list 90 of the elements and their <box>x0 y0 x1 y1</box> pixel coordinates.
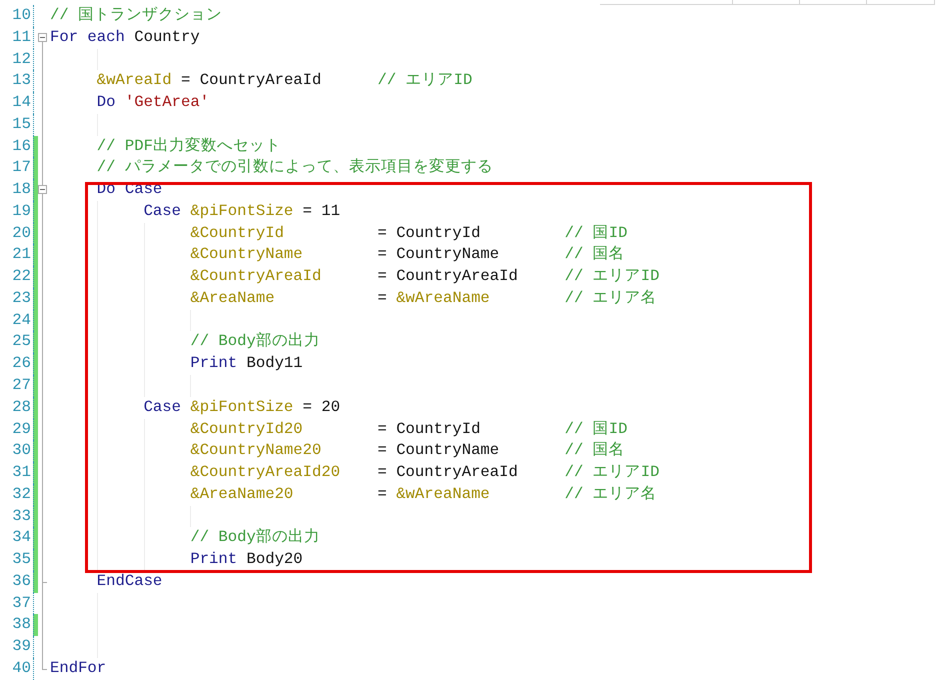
code-text: Country <box>134 28 200 46</box>
line-number: 32 <box>11 484 31 505</box>
line-number: 19 <box>11 200 31 222</box>
keyword: Case <box>144 202 181 220</box>
code-text: CountryAreaId <box>396 266 519 288</box>
line-number: 18 <box>11 179 31 200</box>
line-number: 27 <box>11 375 31 396</box>
line-number: 16 <box>11 136 31 157</box>
code-text: = 20 <box>302 398 340 416</box>
code-text: CountryName <box>396 244 500 266</box>
code-text: = 11 <box>302 202 340 220</box>
variable-name: &CountryId20 <box>190 418 304 440</box>
code-text: = <box>377 288 387 307</box>
keyword: EndFor <box>50 658 106 677</box>
code-comment: // 国トランザクション <box>50 6 222 24</box>
line-number: 30 <box>11 440 31 462</box>
code-text: = <box>377 420 387 438</box>
line-number: 36 <box>11 570 31 592</box>
line-number: 37 <box>11 592 31 614</box>
keyword: For each <box>50 28 125 46</box>
keyword: Do <box>96 93 116 112</box>
variable-name: &wAreaId <box>96 71 172 90</box>
line-number: 15 <box>11 114 31 135</box>
variable-name: &piFontSize <box>190 398 294 416</box>
code-comment: // PDF出力変数へセット <box>96 136 281 155</box>
variable-name: &wAreaName <box>396 484 491 505</box>
line-number: 12 <box>11 48 31 70</box>
string-literal: 'GetArea' <box>124 93 210 112</box>
collapse-icon[interactable] <box>38 32 47 42</box>
line-number: 22 <box>11 266 31 288</box>
variable-name: &CountryName <box>190 244 304 266</box>
code-text: CountryAreaId <box>200 71 322 90</box>
line-number: 23 <box>11 288 31 309</box>
code-text: CountryAreaId <box>396 462 519 484</box>
keyword: Case <box>144 398 181 416</box>
code-text: = <box>377 484 387 503</box>
code-text: = <box>377 463 387 482</box>
variable-name: &piFontSize <box>190 202 294 220</box>
line-number: 28 <box>11 396 31 418</box>
code-text: CountryName <box>396 440 500 462</box>
code-text: = <box>377 224 387 242</box>
code-comment: // Body部の出力 <box>190 332 320 350</box>
line-number: 38 <box>11 614 31 636</box>
variable-name: &CountryId <box>190 222 285 244</box>
code-comment: // エリアID <box>378 71 472 90</box>
line-number: 11 <box>11 26 31 48</box>
line-number: 35 <box>11 549 31 570</box>
keyword: Print <box>190 550 238 568</box>
line-number: 34 <box>11 527 31 548</box>
line-number: 40 <box>11 658 31 679</box>
keyword: Print <box>190 354 238 372</box>
line-number: 20 <box>11 222 31 244</box>
code-text: = <box>181 71 190 90</box>
line-number: 17 <box>11 157 31 178</box>
code-comment: // 国名 <box>564 441 625 460</box>
line-number: 31 <box>11 462 31 484</box>
variable-name: &CountryAreaId <box>190 266 322 288</box>
code-comment: // エリア名 <box>564 288 657 307</box>
code-text: Body20 <box>246 550 303 568</box>
line-number: 25 <box>11 331 31 352</box>
code-comment: // エリアID <box>564 267 660 286</box>
code-comment: // Body部の出力 <box>190 528 320 546</box>
code-comment: // パラメータでの引数によって、表示項目を変更する <box>96 158 493 176</box>
code-comment: // エリアID <box>564 463 660 482</box>
variable-name: &AreaName20 <box>190 484 294 505</box>
variable-name: &CountryAreaId20 <box>190 462 342 484</box>
line-number: 24 <box>11 310 31 331</box>
code-comment: // 国ID <box>564 420 628 438</box>
line-number: 21 <box>11 244 31 266</box>
line-number: 14 <box>11 92 31 114</box>
variable-name: &CountryName20 <box>190 440 322 462</box>
variable-name: &AreaName <box>190 288 276 309</box>
code-comment: // エリア名 <box>564 484 657 503</box>
line-number: 26 <box>11 353 31 374</box>
line-number: 13 <box>11 70 31 92</box>
line-number: 33 <box>11 506 31 527</box>
code-text: = <box>377 245 387 264</box>
line-number: 10 <box>11 5 31 26</box>
collapse-icon[interactable] <box>38 185 47 194</box>
code-comment: // 国名 <box>564 245 625 264</box>
code-text: = <box>377 267 387 286</box>
line-number: 39 <box>11 636 31 658</box>
keyword: EndCase <box>96 572 162 590</box>
code-text: Body11 <box>246 354 303 372</box>
code-text: CountryId <box>396 418 482 440</box>
variable-name: &wAreaName <box>396 288 491 309</box>
code-comment: // 国ID <box>564 224 628 242</box>
line-number: 29 <box>11 418 31 440</box>
code-text: CountryId <box>396 222 482 244</box>
code-text: = <box>377 441 387 460</box>
